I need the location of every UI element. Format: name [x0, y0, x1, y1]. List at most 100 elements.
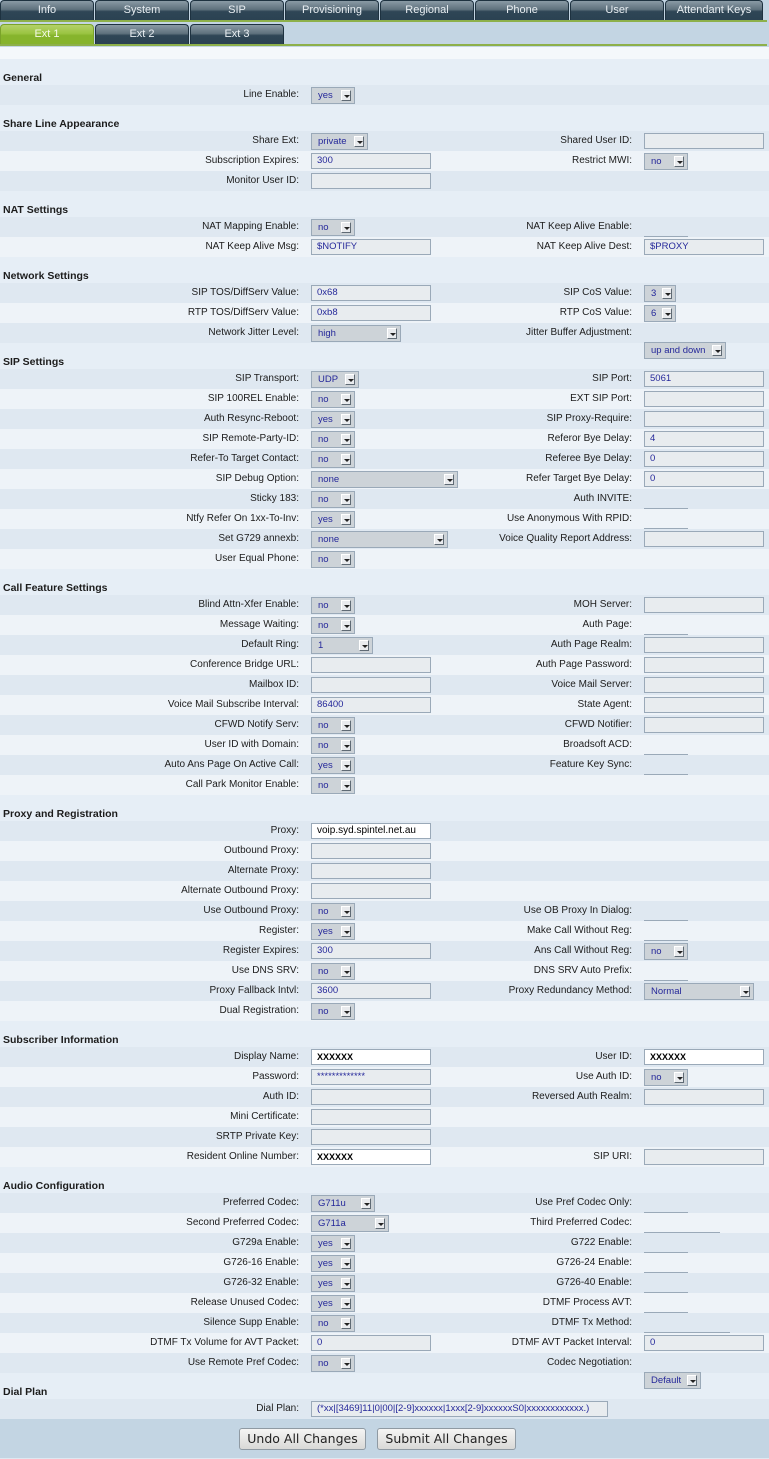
conference-bridge-url-input[interactable] [311, 657, 431, 673]
subscription-expires-input[interactable]: 300 [311, 153, 431, 169]
message-waiting-select[interactable]: no [311, 617, 355, 634]
nat-mapping-enable-select[interactable]: no [311, 219, 355, 236]
ans-call-without-reg-select[interactable]: no [644, 943, 688, 960]
refer-target-bye-delay-input[interactable]: 0 [644, 471, 764, 487]
display-name-input[interactable]: XXXXXX [311, 1049, 431, 1065]
extension-tab-bar: Ext 1 Ext 2 Ext 3 [0, 24, 285, 44]
blind-attn-xfer-enable-select[interactable]: no [311, 597, 355, 614]
sip-100rel-enable-select[interactable]: no [311, 391, 355, 408]
use-dns-srv-select[interactable]: no [311, 963, 355, 980]
voice-mail-server-input[interactable] [644, 677, 764, 693]
g729a-enable-select[interactable]: yes [311, 1235, 355, 1252]
form-row: Line Enable: yes [0, 85, 769, 105]
preferred-codec-select[interactable]: G711u [311, 1195, 375, 1212]
moh-server-input[interactable] [644, 597, 764, 613]
sip-proxy-require-input[interactable] [644, 411, 764, 427]
tab-attendant-keys[interactable]: Attendant Keys [665, 0, 763, 20]
default-ring-select[interactable]: 1 [311, 637, 373, 654]
use-outbound-proxy-select[interactable]: no [311, 903, 355, 920]
nat-keep-alive-msg-input[interactable]: $NOTIFY [311, 239, 431, 255]
register-select[interactable]: yes [311, 923, 355, 940]
sip-tos-diffserv-value-input[interactable]: 0x68 [311, 285, 431, 301]
sticky-183-select[interactable]: no [311, 491, 355, 508]
referor-bye-delay-input[interactable]: 4 [644, 431, 764, 447]
tab-user[interactable]: User [570, 0, 664, 20]
g726-32-enable-select[interactable]: yes [311, 1275, 355, 1292]
resident-online-number-input[interactable]: XXXXXX [311, 1149, 431, 1165]
rtp-tos-diffserv-value-input[interactable]: 0xb8 [311, 305, 431, 321]
mini-certificate-input[interactable] [311, 1109, 431, 1125]
password-input[interactable]: ************* [311, 1069, 431, 1085]
tab-system[interactable]: System [95, 0, 189, 20]
ntfy-refer-on-1xx-to-inv-select[interactable]: yes [311, 511, 355, 528]
auth-id-input[interactable] [311, 1089, 431, 1105]
register-expires-input[interactable]: 300 [311, 943, 431, 959]
use-auth-id-select[interactable]: no [644, 1069, 688, 1086]
dtmf-tx-volume-for-avt-packet-input[interactable]: 0 [311, 1335, 431, 1351]
line-enable-select[interactable]: yes [311, 87, 355, 104]
tab-sip[interactable]: SIP [190, 0, 284, 20]
auth-page-realm-input[interactable] [644, 637, 764, 653]
second-preferred-codec-select[interactable]: G711a [311, 1215, 389, 1232]
outbound-proxy-input[interactable] [311, 843, 431, 859]
sip-transport-select[interactable]: UDP [311, 371, 359, 388]
user-equal-phone-select[interactable]: no [311, 551, 355, 568]
nat-keep-alive-dest-input[interactable]: $PROXY [644, 239, 764, 255]
shared-user-id-input[interactable] [644, 133, 764, 149]
form-row: User Equal Phone: no [0, 549, 769, 569]
dual-registration-select[interactable]: no [311, 1003, 355, 1020]
dial-plan-input[interactable]: (*xx|[3469]11|0|00|[2-9]xxxxxx|1xxx[2-9]… [311, 1401, 608, 1417]
tab-ext-2[interactable]: Ext 2 [95, 24, 189, 44]
network-jitter-level-select[interactable]: high [311, 325, 401, 342]
dtmf-avt-packet-interval-input[interactable]: 0 [644, 1335, 764, 1351]
auth-page-password-input[interactable] [644, 657, 764, 673]
proxy-redundancy-method-select[interactable]: Normal [644, 983, 754, 1000]
undo-all-changes-button[interactable]: Undo All Changes [239, 1428, 366, 1450]
tab-regional[interactable]: Regional [380, 0, 474, 20]
auth-resync-reboot-select[interactable]: yes [311, 411, 355, 428]
jitter-buffer-adjustment-select[interactable]: up and down [644, 342, 726, 359]
rtp-cos-value-select[interactable]: 6 [644, 305, 676, 322]
g726-16-enable-select[interactable]: yes [311, 1255, 355, 1272]
alternate-outbound-proxy-input[interactable] [311, 883, 431, 899]
tab-ext-1[interactable]: Ext 1 [0, 24, 94, 44]
release-unused-codec-select[interactable]: yes [311, 1295, 355, 1312]
tab-phone[interactable]: Phone [475, 0, 569, 20]
user-id-with-domain-select[interactable]: no [311, 737, 355, 754]
share-ext-select[interactable]: private [311, 133, 368, 150]
voice-quality-report-address-input[interactable] [644, 531, 764, 547]
tab-provisioning[interactable]: Provisioning [285, 0, 379, 20]
monitor-user-id-input[interactable] [311, 173, 431, 189]
sip-port-input[interactable]: 5061 [644, 371, 764, 387]
voice-mail-subscribe-interval-input[interactable]: 86400 [311, 697, 431, 713]
codec-negotiation-select[interactable]: Default [644, 1372, 701, 1389]
dropdown-arrow-icon [740, 986, 750, 997]
tab-ext-3[interactable]: Ext 3 [190, 24, 284, 44]
sip-cos-value-select[interactable]: 3 [644, 285, 676, 302]
cfwd-notify-serv-select[interactable]: no [311, 717, 355, 734]
restrict-mwi-select[interactable]: no [644, 153, 688, 170]
proxy-fallback-intvl-input[interactable]: 3600 [311, 983, 431, 999]
user-id-input[interactable]: XXXXXX [644, 1049, 764, 1065]
cfwd-notifier-input[interactable] [644, 717, 764, 733]
state-agent-input[interactable] [644, 697, 764, 713]
call-park-monitor-enable-select[interactable]: no [311, 777, 355, 794]
sip-debug-option-select[interactable]: none [311, 471, 458, 488]
silence-supp-enable-select[interactable]: no [311, 1315, 355, 1332]
sip-remote-party-id-select[interactable]: no [311, 431, 355, 448]
set-g729-annexb-select[interactable]: none [311, 531, 448, 548]
auto-ans-page-on-active-call-select[interactable]: yes [311, 757, 355, 774]
tab-info[interactable]: Info [0, 0, 94, 20]
srtp-private-key-input[interactable] [311, 1129, 431, 1145]
alternate-proxy-input[interactable] [311, 863, 431, 879]
mailbox-id-input[interactable] [311, 677, 431, 693]
use-remote-pref-codec-select[interactable]: no [311, 1355, 355, 1372]
submit-all-changes-button[interactable]: Submit All Changes [377, 1428, 516, 1450]
sip-uri-input[interactable] [644, 1149, 764, 1165]
reversed-auth-realm-input[interactable] [644, 1089, 764, 1105]
ext-sip-port-input[interactable] [644, 391, 764, 407]
refer-to-target-contact-select[interactable]: no [311, 451, 355, 468]
form-row: Password: ************* Use Auth ID: no [0, 1067, 769, 1087]
proxy-input[interactable]: voip.syd.spintel.net.au [311, 823, 431, 839]
referee-bye-delay-input[interactable]: 0 [644, 451, 764, 467]
